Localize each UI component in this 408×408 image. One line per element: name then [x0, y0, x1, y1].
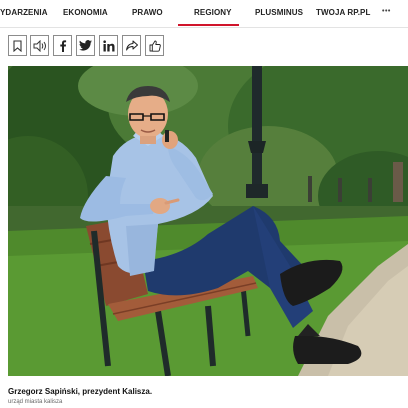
linkedin-share-button[interactable]	[99, 35, 118, 56]
active-tab-indicator	[178, 24, 239, 26]
share-button[interactable]	[122, 35, 141, 56]
nav-item-wydarzenia[interactable]: YDARZENIA	[0, 8, 48, 17]
twitter-share-button[interactable]	[76, 35, 95, 56]
listen-audio-button[interactable]	[30, 35, 49, 56]
top-navigation: YDARZENIA EKONOMIA PRAWO REGIONY PLUSMIN…	[0, 0, 408, 28]
more-menu-button[interactable]: •••	[382, 8, 391, 15]
facebook-icon	[59, 39, 67, 52]
thumbs-up-icon	[149, 40, 161, 52]
share-arrow-icon	[125, 40, 138, 51]
bookmark-button[interactable]	[8, 35, 27, 56]
nav-item-twoja-rp[interactable]: TWOJA RP.PL	[316, 8, 370, 17]
article-photo	[8, 66, 408, 376]
photo-credit: urząd miasta kalisza	[8, 399, 63, 405]
nav-item-plusminus[interactable]: PLUSMINUS	[255, 8, 303, 17]
facebook-share-button[interactable]	[53, 35, 72, 56]
twitter-icon	[79, 40, 92, 51]
bookmark-icon	[13, 39, 22, 52]
linkedin-icon	[102, 39, 115, 52]
photo-caption: Grzegorz Sapiński, prezydent Kalisza.	[8, 387, 153, 396]
nav-item-regiony[interactable]: REGIONY	[194, 8, 232, 17]
nav-item-ekonomia[interactable]: EKONOMIA	[63, 8, 108, 17]
audio-icon	[33, 39, 47, 52]
like-button[interactable]	[145, 35, 164, 56]
nav-item-prawo[interactable]: PRAWO	[132, 8, 163, 17]
